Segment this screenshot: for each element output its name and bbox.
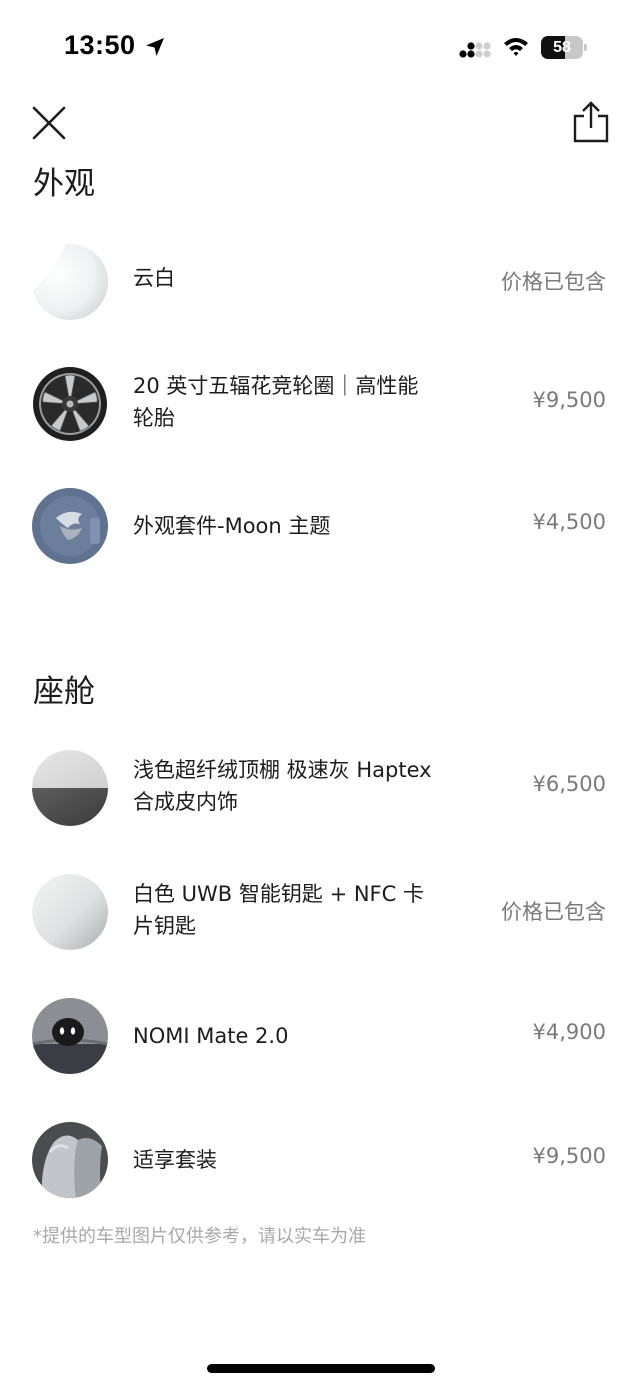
home-indicator[interactable] — [207, 1364, 435, 1373]
status-bar: 13:50 58 — [0, 0, 640, 90]
list-item-interior[interactable]: 浅色超纤绒顶棚 极速灰 Haptex合成皮内饰 ¥6,500 — [0, 742, 640, 832]
key-swatch — [32, 874, 108, 950]
wheel-icon — [32, 366, 108, 442]
item-price: ¥9,500 — [532, 388, 606, 412]
nomi-icon — [32, 998, 108, 1074]
moon-theme-icon — [32, 488, 108, 564]
list-item-moon-kit[interactable]: 外观套件-Moon 主题 ¥4,500 — [0, 480, 640, 570]
list-item-wheels[interactable]: 20 英寸五辐花竞轮圈｜高性能轮胎 ¥9,500 — [0, 358, 640, 448]
list-item-nomi[interactable]: NOMI Mate 2.0 ¥4,900 — [0, 990, 640, 1080]
seat-icon — [32, 1122, 108, 1198]
list-item-key[interactable]: 白色 UWB 智能钥匙 + NFC 卡片钥匙 价格已包含 — [0, 866, 640, 956]
list-item-cloud-white[interactable]: 云白 价格已包含 — [0, 236, 640, 326]
item-name: 浅色超纤绒顶棚 极速灰 Haptex合成皮内饰 — [133, 758, 432, 814]
item-price: ¥4,900 — [532, 1020, 606, 1044]
item-price: ¥6,500 — [532, 772, 606, 796]
item-name: 20 英寸五辐花竞轮圈｜高性能轮胎 — [133, 374, 419, 430]
item-price: ¥9,500 — [532, 1144, 606, 1168]
section-title-exterior: 外观 — [33, 166, 95, 202]
section-title-cabin: 座舱 — [33, 674, 95, 710]
item-name: 适享套装 — [133, 1148, 217, 1172]
battery-icon: 58 — [541, 36, 587, 59]
location-arrow-icon — [146, 38, 164, 56]
interior-swatch — [32, 750, 108, 826]
wifi-icon — [504, 38, 528, 56]
item-name: 云白 — [133, 266, 175, 290]
list-item-comfort-pack[interactable]: 适享套装 ¥9,500 — [0, 1114, 640, 1204]
item-price: 价格已包含 — [501, 900, 606, 924]
signal-icon — [459, 42, 491, 58]
battery-level-text: 58 — [553, 39, 571, 56]
status-time: 13:50 — [64, 30, 136, 60]
close-icon[interactable] — [30, 104, 68, 142]
item-name: NOMI Mate 2.0 — [133, 1024, 289, 1048]
item-name: 外观套件-Moon 主题 — [133, 514, 331, 538]
item-price: ¥4,500 — [532, 510, 606, 534]
config-summary-page: 13:50 58 外观 云白 价格已包含 20 英寸五辐花竞轮圈｜高性能轮胎 ¥… — [0, 0, 640, 1387]
item-price: 价格已包含 — [501, 270, 606, 294]
cloud-white-swatch — [32, 244, 108, 320]
item-name: 白色 UWB 智能钥匙 + NFC 卡片钥匙 — [133, 882, 424, 938]
disclaimer-text: *提供的车型图片仅供参考，请以实车为准 — [33, 1226, 366, 1247]
share-icon[interactable] — [570, 100, 612, 144]
